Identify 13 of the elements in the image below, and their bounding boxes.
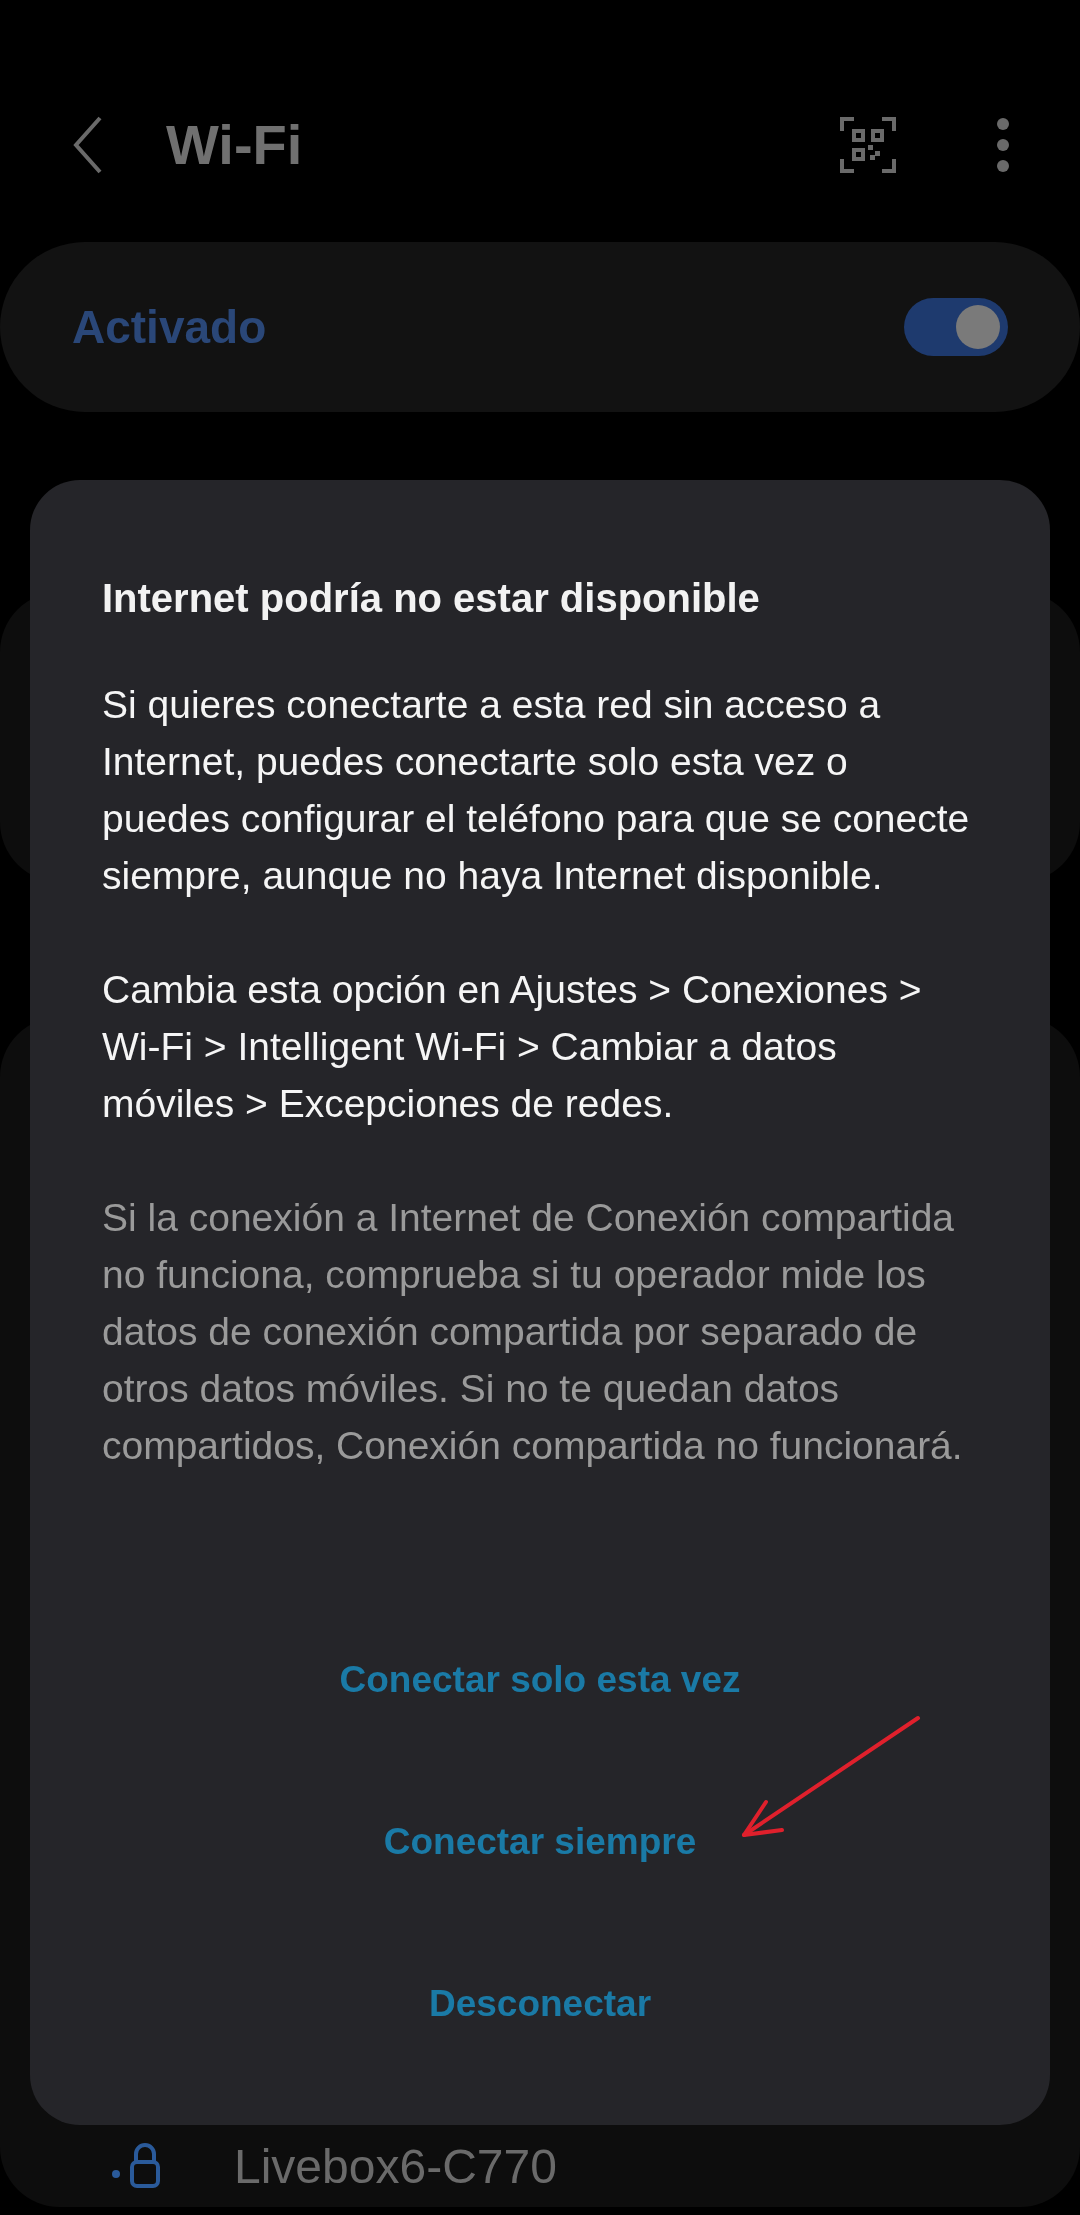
dialog-button[interactable]: Desconectar — [398, 1923, 682, 2085]
dialog-button[interactable]: Conectar siempre — [353, 1761, 727, 1923]
dialog-title: Internet podría no estar disponible — [102, 575, 761, 622]
dialog-message: Si la conexión a Internet de Conexión compartida no funciona, comprueba si tu operador mide los datos de conexión compartida por separado de otros datos móviles. Si no te quedan datos compartidos, Conexión compartida no funcionará. — [102, 1195, 964, 1469]
network-name[interactable]: Livebox6-C770 — [234, 2137, 557, 2197]
dialog-button[interactable]: Conectar solo esta vez — [309, 1599, 771, 1761]
dialog-message: Cambia esta opción en Ajustes > Conexiones > Wi-Fi > Intelligent Wi-Fi > Cambiar a datos móviles > Excepciones de redes. — [102, 967, 923, 1127]
dialog-message: Si quieres conectarte a esta red sin acceso a Internet, puedes conectarte solo esta vez o puedes configurar el teléfono para que se conecte siempre, aunque no haya Internet disponible. — [102, 682, 971, 899]
toggle-label: Activado — [72, 299, 267, 355]
more-options-icon[interactable] — [996, 117, 1010, 173]
page-title: Wi-Fi — [166, 112, 303, 178]
qr-code-icon[interactable] — [840, 117, 896, 173]
wifi-switch[interactable] — [904, 298, 1008, 356]
